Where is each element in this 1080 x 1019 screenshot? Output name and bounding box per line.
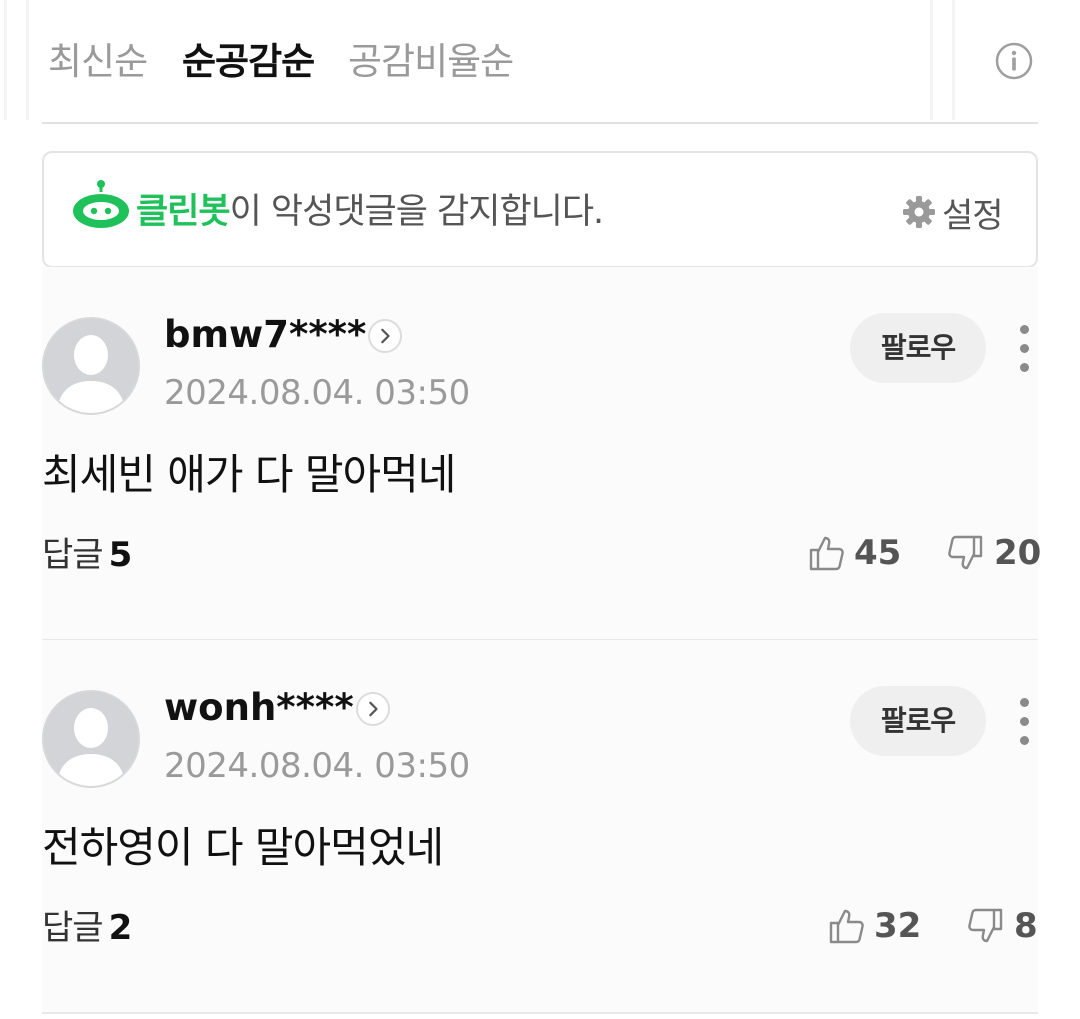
thumbs-down-icon [948, 535, 983, 570]
dislike-count: 20 [994, 533, 1042, 573]
like-count: 32 [874, 906, 922, 946]
dislike-button[interactable]: 8 [966, 902, 1038, 950]
reply-count: 5 [108, 535, 133, 575]
follow-button[interactable]: 팔로우 [850, 686, 986, 756]
cleanbot-settings-button[interactable]: 설정 [902, 189, 1004, 236]
info-icon[interactable] [995, 42, 1033, 80]
sort-tab-latest[interactable]: 최신순 [48, 38, 148, 86]
comment-username[interactable]: bmw7**** [164, 311, 366, 359]
thumbs-up-icon [809, 536, 844, 571]
comments-page: 최신순 순공감순 공감비율순 클린봇이 악성댓글을 감지합니다. 설정 bmw7… [0, 0, 1080, 1019]
sort-tab-net-likes[interactable]: 순공감순 [182, 38, 315, 86]
reply-label: 답글 [42, 908, 104, 948]
more-dot [1020, 698, 1029, 707]
default-avatar-icon [44, 319, 138, 413]
more-dot [1020, 344, 1029, 353]
left-edge-divider [4, 0, 7, 120]
reply-label: 답글 [42, 535, 104, 575]
chevron-right-icon[interactable] [368, 319, 402, 353]
cleanbot-message: 클린봇이 악성댓글을 감지합니다. [136, 189, 605, 235]
sort-tab-like-ratio[interactable]: 공감비율순 [348, 38, 514, 86]
reply-button[interactable]: 답글 2 [42, 906, 133, 950]
like-button[interactable]: 45 [806, 529, 901, 577]
thumbs-up-icon [829, 909, 864, 944]
more-vertical-icon[interactable] [1012, 692, 1038, 752]
sort-bar: 최신순 순공감순 공감비율순 [42, 0, 1038, 124]
avatar[interactable] [42, 690, 140, 788]
cleanbot-name: 클린봇 [136, 192, 231, 232]
left-edge-divider [26, 0, 29, 120]
cleanbot-banner: 클린봇이 악성댓글을 감지합니다. 설정 [42, 151, 1038, 268]
dislike-count: 8 [1014, 906, 1038, 946]
comment-timestamp: 2024.08.04. 03:50 [164, 746, 470, 786]
more-dot [1020, 363, 1029, 372]
like-count: 45 [854, 533, 902, 573]
more-dot [1020, 325, 1029, 334]
default-avatar-icon [44, 692, 138, 786]
reply-button[interactable]: 답글 5 [42, 533, 133, 577]
comment-body: 전하영이 다 말아먹었네 [42, 823, 444, 872]
dislike-button[interactable]: 20 [946, 529, 1041, 577]
comment-body: 최세빈 애가 다 말아먹네 [42, 450, 456, 499]
comment-timestamp: 2024.08.04. 03:50 [164, 373, 470, 413]
comment-username[interactable]: wonh**** [164, 684, 354, 732]
reply-count: 2 [108, 908, 133, 948]
robot-icon [73, 180, 129, 228]
like-button[interactable]: 32 [826, 902, 921, 950]
avatar[interactable] [42, 317, 140, 415]
follow-button[interactable]: 팔로우 [850, 313, 986, 383]
gear-icon [903, 196, 935, 228]
cleanbot-message-text: 이 악성댓글을 감지합니다. [229, 192, 605, 232]
chevron-right-icon[interactable] [356, 692, 390, 726]
more-vertical-icon[interactable] [1012, 319, 1038, 379]
more-dot [1020, 717, 1029, 726]
more-dot [1020, 736, 1029, 745]
comment-item: wonh**** 2024.08.04. 03:50 팔로우 전하영이 다 말아… [42, 640, 1038, 1014]
thumbs-down-icon [968, 908, 1003, 943]
settings-label: 설정 [942, 195, 1004, 236]
comment-item: bmw7**** 2024.08.04. 03:50 팔로우 최세빈 애가 다 … [42, 267, 1041, 641]
